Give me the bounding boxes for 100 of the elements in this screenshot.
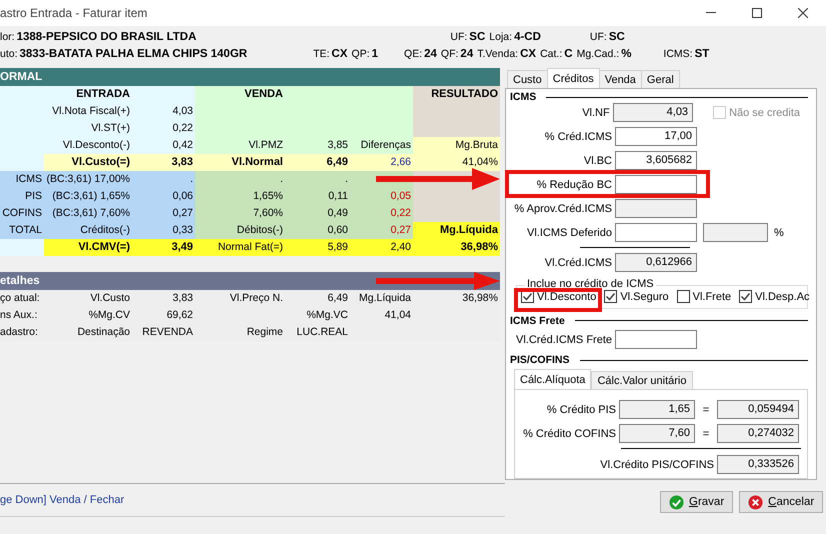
table-cell: Vl.Nota Fiscal(+): [0, 103, 132, 120]
input-field[interactable]: 7,60: [619, 424, 695, 443]
save-button[interactable]: Gravar: [660, 491, 734, 513]
field-label: % Redução BC: [536, 178, 613, 190]
info-value: SC: [469, 30, 486, 42]
table-cell: VENDA: [195, 86, 413, 137]
table-cell: [0, 239, 44, 256]
table-cell: Vl.ST(+): [0, 120, 132, 137]
table-cell: Vl.Custo(=): [44, 154, 132, 171]
table-cell: Vl.Desconto(-): [0, 137, 132, 154]
input-field[interactable]: 0,612966: [615, 253, 697, 272]
minimize-icon[interactable]: [706, 12, 716, 14]
input-field[interactable]: [703, 223, 768, 242]
window-title: astro Entrada - Faturar item: [0, 6, 148, 20]
info-value: ST: [694, 48, 710, 60]
table-cell: 3,85: [285, 137, 350, 154]
section-header: etalhes: [0, 272, 500, 290]
table-cell: 0,60: [285, 222, 350, 239]
info-label: QF:: [440, 48, 458, 60]
info-value: 1: [372, 48, 378, 60]
table-cell: COFINS: [0, 205, 44, 222]
input-field[interactable]: [615, 330, 697, 349]
info-value: 1388-PEPSICO DO BRASIL LTDA: [16, 30, 196, 42]
tab[interactable]: Custo: [507, 70, 548, 88]
table-cell: Normal Fat(=): [195, 239, 285, 256]
tab[interactable]: Créditos: [546, 68, 600, 88]
checkbox[interactable]: [676, 290, 690, 304]
table-cell: Créditos(-): [44, 222, 132, 239]
field-label: Vl.NF: [581, 106, 611, 118]
cancel-button[interactable]: Cancelar: [739, 491, 824, 513]
info-label: UF:: [590, 30, 607, 42]
info-label: QP:: [352, 48, 370, 60]
section-title: ICMS: [510, 91, 536, 103]
table-cell: Vl.Normal: [195, 154, 285, 171]
info-value: 4-CD: [514, 30, 541, 42]
table-cell: Vl.CMV(=): [44, 239, 132, 256]
table-cell: ICMS: [0, 171, 44, 188]
info-label: uto:: [0, 48, 18, 60]
info-value: 24: [460, 48, 474, 60]
tab[interactable]: Cálc.Alíquota: [514, 369, 592, 389]
table-cell: 3,83: [132, 154, 195, 171]
input-field[interactable]: 0,059494: [717, 400, 799, 419]
table-cell: 0,27: [350, 222, 413, 239]
table-cell: RESULTADO: [413, 86, 500, 137]
table-cell: 0,11: [285, 188, 350, 205]
table-cell: 0,22: [350, 205, 413, 222]
input-field[interactable]: [615, 175, 697, 194]
checkbox[interactable]: [604, 290, 618, 304]
info-value: 24: [424, 48, 437, 60]
info-label: UF:: [450, 30, 468, 42]
table-cell: 2,40: [350, 239, 413, 256]
input-field[interactable]: 3,605682: [615, 151, 697, 170]
table-cell: 36,98%: [413, 239, 500, 256]
info-value: SC: [608, 30, 625, 42]
tab[interactable]: Cálc.Valor unitário: [591, 371, 692, 389]
table-cell: 0,05: [350, 188, 413, 205]
info-value: C: [564, 48, 573, 60]
field-label: Vl.ICMS Deferido: [526, 226, 613, 238]
info-value: 3833-BATATA PALHA ELMA CHIPS 140GR: [20, 48, 248, 60]
table-cell: 4,03: [132, 103, 195, 120]
field-label: % Crédito COFINS: [522, 428, 617, 440]
field-label: % Créd.ICMS: [544, 130, 613, 142]
cancel-icon: [748, 494, 764, 510]
close-icon[interactable]: [798, 8, 808, 18]
field-label: Vl.Créd.ICMS: [544, 256, 613, 268]
maximize-icon[interactable]: [752, 8, 762, 18]
table-cell: Mg.Bruta: [413, 137, 500, 154]
table-cell: (BC:3,61) 17,00%: [44, 171, 132, 188]
input-field[interactable]: [615, 199, 697, 218]
input-field[interactable]: [615, 223, 697, 242]
input-field[interactable]: 17,00: [615, 127, 697, 146]
table-cell: Débitos(-): [195, 222, 285, 239]
table-cell: 0,27: [132, 205, 195, 222]
table-cell: ENTRADA: [0, 86, 195, 103]
table-cell: Mg.Líquida: [413, 222, 500, 239]
table-cell: TOTAL: [0, 222, 44, 239]
input-field[interactable]: 4,03: [612, 103, 694, 122]
check-icon: [669, 494, 684, 510]
input-field[interactable]: 0,274032: [717, 424, 799, 443]
table-cell: Diferenças: [350, 137, 413, 154]
equals-sign: =: [702, 404, 710, 416]
checkbox[interactable]: [739, 290, 752, 304]
field-label: % Crédito PIS: [546, 404, 617, 416]
input-field[interactable]: 0,333526: [717, 455, 799, 474]
table-cell: 0,22: [132, 120, 195, 137]
info-label: Cat.:: [540, 48, 562, 60]
section-title: ICMS Frete: [510, 314, 565, 327]
checkbox-label: Não se credita: [729, 106, 800, 118]
equals-sign: =: [702, 428, 710, 440]
table-cell: 7,60%: [195, 205, 285, 222]
section-header: ORMAL: [0, 68, 500, 86]
tab[interactable]: Geral: [640, 70, 680, 88]
table-cell: 3,49: [132, 239, 195, 256]
table-cell: 0,33: [132, 222, 195, 239]
field-label: % Aprov.Créd.ICMS: [513, 202, 613, 214]
field-label: Vl.BC: [582, 154, 613, 166]
table-cell: 0,42: [132, 137, 195, 154]
info-label: Mg.Cad.:: [576, 48, 620, 60]
input-field[interactable]: 1,65: [619, 400, 695, 419]
info-value: %: [621, 48, 632, 60]
